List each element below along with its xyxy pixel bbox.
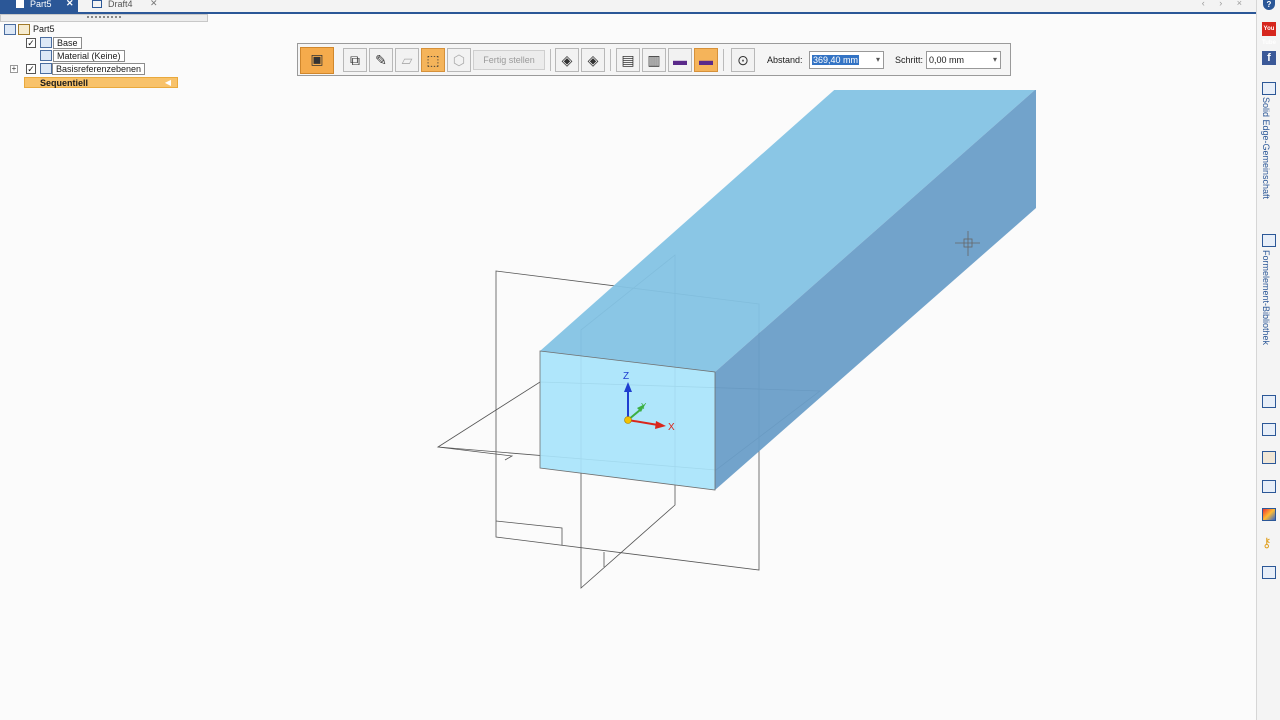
extrude-command-bar: ▣ ⧉ ✎ ▱ ⬚ ⬡ Fertig stellen ◈ ◈ ▤ ▥ ▬ ▬ ⊙… bbox=[297, 43, 1011, 76]
tree-item-basisreferenzebenen-label: Basisreferenzebenen bbox=[52, 63, 146, 75]
render-icon[interactable] bbox=[1262, 451, 1276, 464]
tab-part5[interactable]: Part5 ✕ bbox=[0, 0, 78, 12]
library-icon[interactable] bbox=[1262, 234, 1276, 247]
finite-extent-button[interactable]: ▬ bbox=[694, 48, 718, 72]
distance-value: 369,40 mm bbox=[812, 55, 860, 65]
draft-document-icon bbox=[92, 0, 102, 8]
tree-item-sequentiell-label: Sequentiell bbox=[40, 78, 89, 88]
y-axis-label: Y bbox=[641, 402, 647, 411]
extent-step-button[interactable]: ⬚ bbox=[421, 48, 445, 72]
direction-left-button[interactable]: ◈ bbox=[555, 48, 579, 72]
help-icon[interactable]: ? bbox=[1263, 0, 1275, 10]
profile-icon: ⧉ bbox=[350, 52, 360, 68]
toolbar-separator bbox=[550, 49, 551, 71]
reference-planes-icon bbox=[40, 63, 52, 74]
extruded-solid[interactable] bbox=[539, 90, 1036, 491]
tree-item-material-label: Material (Keine) bbox=[53, 50, 125, 62]
facebook-icon[interactable]: f bbox=[1262, 51, 1276, 65]
distance-label: Abstand: bbox=[767, 55, 803, 65]
community-panel-tab[interactable]: Solid Edge-Gemeinschaft bbox=[1261, 97, 1271, 199]
rollback-marker-icon[interactable]: ◀ bbox=[165, 79, 171, 87]
properties-icon[interactable] bbox=[1262, 566, 1276, 579]
finite-extent-icon: ▬ bbox=[699, 52, 713, 68]
toolbar-separator bbox=[723, 49, 724, 71]
chevron-down-icon[interactable]: ▾ bbox=[993, 52, 997, 68]
draw-profile-button[interactable]: ✎ bbox=[369, 48, 393, 72]
extrude-step-icon: ▣ bbox=[310, 51, 324, 67]
key-icon[interactable]: ⚷ bbox=[1262, 536, 1276, 550]
step-value: 0,00 mm bbox=[929, 55, 965, 65]
finish-button[interactable]: Fertig stellen bbox=[473, 50, 545, 70]
splitter-grip-icon bbox=[87, 16, 121, 18]
direction-right-button[interactable]: ◈ bbox=[581, 48, 605, 72]
base-checkbox[interactable]: ✓ bbox=[26, 38, 36, 48]
plane-icon: ▱ bbox=[401, 52, 413, 68]
assembly-icon[interactable] bbox=[1262, 395, 1276, 408]
tree-item-base-label: Base bbox=[53, 37, 82, 49]
x-axis-label: X bbox=[668, 422, 675, 433]
basisreferenzebenen-checkbox[interactable]: ✓ bbox=[26, 64, 36, 74]
toolbar-separator bbox=[610, 49, 611, 71]
triad-origin bbox=[624, 416, 632, 424]
tab-draft4[interactable]: Draft4 ✕ bbox=[90, 0, 170, 12]
tab-part5-close-icon[interactable]: ✕ bbox=[66, 0, 74, 8]
material-icon bbox=[40, 50, 52, 61]
step-input[interactable]: 0,00 mm ▾ bbox=[926, 51, 1001, 69]
through-all-icon: ▤ bbox=[621, 52, 635, 68]
from-to-button[interactable]: ▬ bbox=[668, 48, 692, 72]
z-axis-label: Z bbox=[623, 371, 629, 382]
through-all-button[interactable]: ▤ bbox=[616, 48, 640, 72]
chevron-down-icon[interactable]: ▾ bbox=[876, 52, 880, 68]
docking-panel-strip: ? You Tube f Solid Edge-Gemeinschaft For… bbox=[1256, 0, 1280, 720]
pathfinder-splitter[interactable] bbox=[0, 14, 208, 22]
through-next-button[interactable]: ▥ bbox=[642, 48, 666, 72]
community-icon[interactable] bbox=[1262, 82, 1276, 95]
sketch-icon bbox=[40, 37, 52, 48]
youtube-icon[interactable]: You Tube bbox=[1262, 22, 1276, 46]
part-icon bbox=[4, 24, 16, 35]
extent-icon: ⬚ bbox=[426, 52, 440, 68]
through-next-icon: ▥ bbox=[647, 52, 661, 68]
symmetric-extent-button[interactable]: ⊙ bbox=[731, 48, 755, 72]
parts-library-icon[interactable] bbox=[1262, 423, 1276, 436]
window-controls[interactable]: ‹ › × bbox=[1202, 0, 1248, 8]
animation-icon[interactable] bbox=[1262, 480, 1276, 493]
folder-icon bbox=[18, 24, 30, 35]
draw-sketch-icon: ✎ bbox=[375, 52, 387, 68]
direction-right-icon: ◈ bbox=[587, 52, 599, 68]
select-profile-button[interactable]: ⧉ bbox=[343, 48, 367, 72]
graphics-viewport[interactable]: Z Y X bbox=[0, 90, 1256, 720]
direction-left-icon: ◈ bbox=[561, 52, 573, 68]
tree-item-part5-label: Part5 bbox=[33, 24, 55, 34]
document-tab-strip: Part5 ✕ Draft4 ✕ ‹ › × bbox=[0, 0, 1256, 14]
library-panel-tab[interactable]: Formelement-Bibliothek bbox=[1261, 250, 1271, 345]
tab-draft4-close-icon[interactable]: ✕ bbox=[150, 0, 158, 8]
treatment-step-button[interactable]: ⬡ bbox=[447, 48, 471, 72]
distance-input[interactable]: 369,40 mm ▾ bbox=[809, 51, 884, 69]
treatment-icon: ⬡ bbox=[452, 52, 466, 68]
symmetric-icon: ⊙ bbox=[737, 52, 749, 68]
color-manager-icon[interactable] bbox=[1262, 508, 1276, 521]
from-to-icon: ▬ bbox=[673, 52, 687, 68]
tab-draft4-label: Draft4 bbox=[108, 0, 133, 9]
expand-icon[interactable]: + bbox=[10, 65, 18, 73]
plane-step-button[interactable]: ▱ bbox=[395, 48, 419, 72]
extrude-step-button[interactable]: ▣ bbox=[300, 47, 334, 74]
step-label: Schritt: bbox=[895, 55, 924, 65]
part-document-icon bbox=[16, 0, 24, 8]
tab-part5-label: Part5 bbox=[30, 0, 52, 9]
tree-item-sequentiell[interactable]: Sequentiell ◀ bbox=[24, 77, 178, 88]
